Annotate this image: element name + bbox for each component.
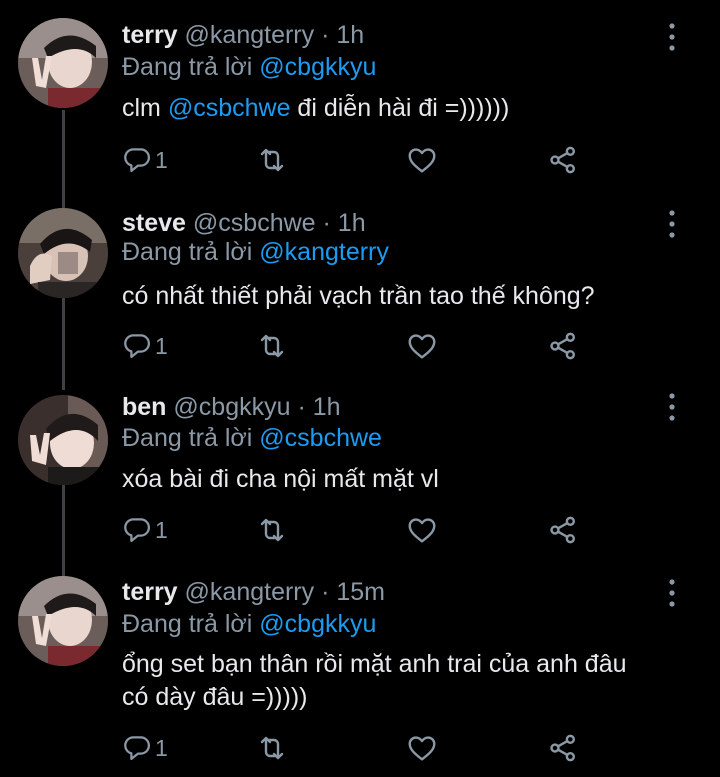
share-icon	[547, 514, 579, 546]
timestamp[interactable]: 1h	[336, 21, 364, 49]
user-handle[interactable]: @kangterry	[185, 21, 315, 49]
tweet-text-part: clm	[122, 94, 168, 122]
user-handle[interactable]: @cbgkkyu	[173, 393, 290, 421]
reply-mention-link[interactable]: @kangterry	[259, 238, 389, 266]
tweet-text-line: ổng set bạn thân rồi mặt anh trai của an…	[122, 650, 627, 678]
separator: ·	[297, 393, 306, 421]
share-icon	[547, 144, 579, 176]
reply-mention-link[interactable]: @csbchwe	[259, 424, 382, 452]
reply-icon	[122, 145, 152, 175]
like-button[interactable]	[406, 140, 438, 180]
reply-button[interactable]: 1	[122, 140, 168, 180]
avatar[interactable]	[18, 395, 108, 485]
separator: ·	[322, 209, 331, 237]
display-name[interactable]: steve	[122, 209, 186, 237]
reply-context: Đang trả lời @cbgkkyu	[122, 609, 376, 639]
tweet-text-line: có dày đâu =)))))	[122, 683, 308, 711]
display-name[interactable]: terry	[122, 578, 178, 606]
retweet-button[interactable]	[256, 510, 288, 550]
tweet[interactable]: ben @cbgkkyu · 1h Đang trả lời @csbchwe …	[0, 380, 720, 570]
tweet[interactable]: terry @kangterry · 15m Đang trả lời @cbg…	[0, 570, 720, 777]
avatar[interactable]	[18, 576, 108, 666]
like-icon	[406, 732, 438, 764]
reply-context: Đang trả lời @cbgkkyu	[122, 52, 376, 82]
share-button[interactable]	[547, 326, 579, 366]
like-button[interactable]	[406, 326, 438, 366]
more-icon[interactable]	[660, 576, 684, 610]
like-button[interactable]	[406, 510, 438, 550]
reply-prefix: Đang trả lời	[122, 610, 260, 638]
reply-prefix: Đang trả lời	[122, 424, 260, 452]
reply-icon	[122, 733, 152, 763]
user-handle[interactable]: @kangterry	[185, 578, 315, 606]
reply-mention-link[interactable]: @cbgkkyu	[259, 610, 376, 638]
tweet-header: ben @cbgkkyu · 1h	[122, 392, 341, 422]
tweet-text: clm @csbchwe đi diễn hài đi =))))))	[122, 92, 692, 125]
timestamp[interactable]: 1h	[313, 393, 341, 421]
retweet-button[interactable]	[256, 140, 288, 180]
tweet-text: có nhất thiết phải vạch trần tao thế khô…	[122, 282, 595, 310]
retweet-icon	[256, 732, 288, 764]
retweet-icon	[256, 514, 288, 546]
retweet-icon	[256, 330, 288, 362]
reply-count: 1	[155, 734, 168, 761]
retweet-button[interactable]	[256, 326, 288, 366]
tweet-header: terry @kangterry · 1h	[122, 20, 364, 50]
reply-context: Đang trả lời @csbchwe	[122, 423, 382, 453]
display-name[interactable]: ben	[122, 393, 166, 421]
reply-count: 1	[155, 332, 168, 359]
retweet-button[interactable]	[256, 728, 288, 768]
timestamp[interactable]: 1h	[338, 209, 366, 237]
reply-count: 1	[155, 516, 168, 543]
action-bar: 1	[122, 326, 602, 366]
action-bar: 1	[122, 140, 602, 180]
tweet-text: xóa bài đi cha nội mất mặt vl	[122, 465, 439, 493]
reply-icon	[122, 331, 152, 361]
tweet-header: terry @kangterry · 15m	[122, 577, 385, 607]
reply-button[interactable]: 1	[122, 728, 168, 768]
tweet-header: steve @csbchwe · 1h	[122, 208, 366, 238]
mention-link[interactable]: @csbchwe	[168, 94, 291, 122]
tweet[interactable]: terry @kangterry · 1h Đang trả lời @cbgk…	[0, 0, 720, 190]
more-icon[interactable]	[660, 390, 684, 424]
like-icon	[406, 144, 438, 176]
reply-prefix: Đang trả lời	[122, 238, 260, 266]
share-icon	[547, 732, 579, 764]
more-icon[interactable]	[660, 207, 684, 241]
tweet[interactable]: steve @csbchwe · 1h Đang trả lời @kangte…	[0, 190, 720, 380]
reply-context: Đang trả lời @kangterry	[122, 237, 389, 267]
display-name[interactable]: terry	[122, 21, 178, 49]
reply-button[interactable]: 1	[122, 510, 168, 550]
more-icon[interactable]	[660, 20, 684, 54]
reply-button[interactable]: 1	[122, 326, 168, 366]
separator: ·	[321, 21, 330, 49]
avatar[interactable]	[18, 208, 108, 298]
like-icon	[406, 514, 438, 546]
timestamp[interactable]: 15m	[336, 578, 385, 606]
action-bar: 1	[122, 510, 602, 550]
share-icon	[547, 330, 579, 362]
separator: ·	[321, 578, 330, 606]
tweet-text: ổng set bạn thân rồi mặt anh trai của an…	[122, 648, 692, 714]
share-button[interactable]	[547, 140, 579, 180]
retweet-icon	[256, 144, 288, 176]
share-button[interactable]	[547, 510, 579, 550]
like-icon	[406, 330, 438, 362]
reply-prefix: Đang trả lời	[122, 53, 260, 81]
share-button[interactable]	[547, 728, 579, 768]
reply-icon	[122, 515, 152, 545]
tweet-text-part: đi diễn hài đi =))))))	[290, 94, 510, 122]
reply-mention-link[interactable]: @cbgkkyu	[259, 53, 376, 81]
action-bar: 1	[122, 728, 602, 768]
user-handle[interactable]: @csbchwe	[193, 209, 316, 237]
reply-count: 1	[155, 146, 168, 173]
like-button[interactable]	[406, 728, 438, 768]
avatar[interactable]	[18, 18, 108, 108]
